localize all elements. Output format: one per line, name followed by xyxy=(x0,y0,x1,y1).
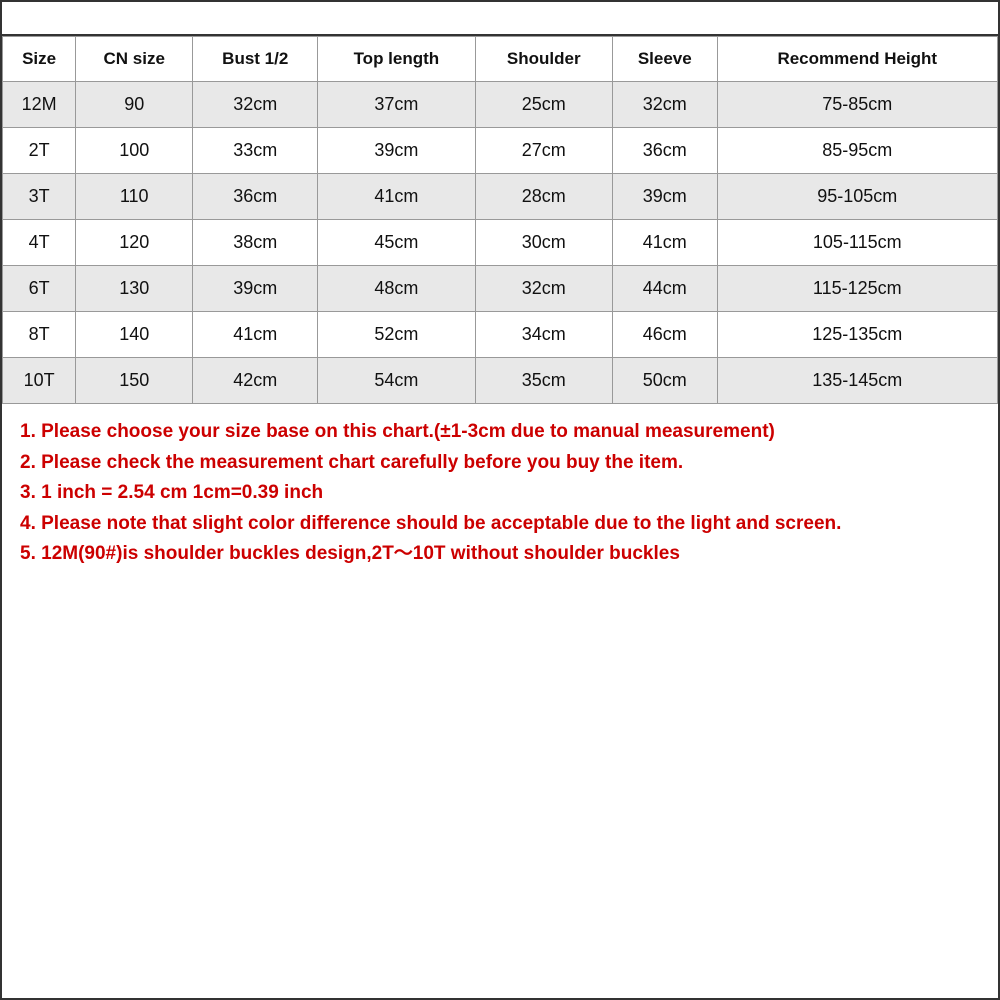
table-cell: 6T xyxy=(3,266,76,312)
table-cell: 41cm xyxy=(612,220,717,266)
table-cell: 75-85cm xyxy=(717,82,997,128)
table-cell: 44cm xyxy=(612,266,717,312)
table-cell: 10T xyxy=(3,358,76,404)
note-item-1: 1. Please choose your size base on this … xyxy=(20,418,980,447)
table-header-row: SizeCN sizeBust 1/2Top lengthShoulderSle… xyxy=(3,37,998,82)
table-cell: 38cm xyxy=(193,220,318,266)
table-cell: 45cm xyxy=(318,220,475,266)
table-cell: 35cm xyxy=(475,358,612,404)
table-row: 8T14041cm52cm34cm46cm125-135cm xyxy=(3,312,998,358)
table-cell: 41cm xyxy=(318,174,475,220)
table-cell: 120 xyxy=(76,220,193,266)
table-cell: 150 xyxy=(76,358,193,404)
table-cell: 125-135cm xyxy=(717,312,997,358)
table-cell: 37cm xyxy=(318,82,475,128)
table-cell: 85-95cm xyxy=(717,128,997,174)
table-cell: 41cm xyxy=(193,312,318,358)
table-cell: 115-125cm xyxy=(717,266,997,312)
table-cell: 8T xyxy=(3,312,76,358)
table-header: Bust 1/2 xyxy=(193,37,318,82)
table-cell: 90 xyxy=(76,82,193,128)
table-row: 3T11036cm41cm28cm39cm95-105cm xyxy=(3,174,998,220)
table-cell: 52cm xyxy=(318,312,475,358)
table-row: 10T15042cm54cm35cm50cm135-145cm xyxy=(3,358,998,404)
table-cell: 34cm xyxy=(475,312,612,358)
table-cell: 30cm xyxy=(475,220,612,266)
table-cell: 39cm xyxy=(318,128,475,174)
table-cell: 28cm xyxy=(475,174,612,220)
table-cell: 105-115cm xyxy=(717,220,997,266)
size-table: SizeCN sizeBust 1/2Top lengthShoulderSle… xyxy=(2,36,998,404)
table-cell: 50cm xyxy=(612,358,717,404)
table-cell: 3T xyxy=(3,174,76,220)
table-cell: 36cm xyxy=(193,174,318,220)
table-header: CN size xyxy=(76,37,193,82)
table-cell: 32cm xyxy=(612,82,717,128)
table-cell: 110 xyxy=(76,174,193,220)
table-header: Sleeve xyxy=(612,37,717,82)
table-cell: 39cm xyxy=(193,266,318,312)
table-header: Recommend Height xyxy=(717,37,997,82)
table-cell: 32cm xyxy=(475,266,612,312)
table-cell: 135-145cm xyxy=(717,358,997,404)
note-item-3: 3. 1 inch = 2.54 cm 1cm=0.39 inch xyxy=(20,479,980,508)
table-cell: 42cm xyxy=(193,358,318,404)
title-section xyxy=(2,2,998,36)
table-cell: 100 xyxy=(76,128,193,174)
table-cell: 32cm xyxy=(193,82,318,128)
table-cell: 36cm xyxy=(612,128,717,174)
table-cell: 95-105cm xyxy=(717,174,997,220)
table-header: Size xyxy=(3,37,76,82)
table-row: 6T13039cm48cm32cm44cm115-125cm xyxy=(3,266,998,312)
table-cell: 2T xyxy=(3,128,76,174)
size-table-section: SizeCN sizeBust 1/2Top lengthShoulderSle… xyxy=(2,36,998,404)
table-header: Shoulder xyxy=(475,37,612,82)
table-cell: 48cm xyxy=(318,266,475,312)
table-cell: 25cm xyxy=(475,82,612,128)
table-cell: 140 xyxy=(76,312,193,358)
main-container: SizeCN sizeBust 1/2Top lengthShoulderSle… xyxy=(0,0,1000,1000)
note-item-4: 4. Please note that slight color differe… xyxy=(20,510,980,539)
table-cell: 12M xyxy=(3,82,76,128)
note-item-5: 5. 12M(90#)is shoulder buckles design,2T… xyxy=(20,540,980,569)
table-cell: 27cm xyxy=(475,128,612,174)
table-cell: 39cm xyxy=(612,174,717,220)
table-row: 2T10033cm39cm27cm36cm85-95cm xyxy=(3,128,998,174)
note-item-2: 2. Please check the measurement chart ca… xyxy=(20,449,980,478)
table-row: 4T12038cm45cm30cm41cm105-115cm xyxy=(3,220,998,266)
notes-section: 1. Please choose your size base on this … xyxy=(2,404,998,998)
table-cell: 33cm xyxy=(193,128,318,174)
table-cell: 4T xyxy=(3,220,76,266)
table-cell: 130 xyxy=(76,266,193,312)
table-cell: 46cm xyxy=(612,312,717,358)
table-header: Top length xyxy=(318,37,475,82)
table-row: 12M9032cm37cm25cm32cm75-85cm xyxy=(3,82,998,128)
table-cell: 54cm xyxy=(318,358,475,404)
